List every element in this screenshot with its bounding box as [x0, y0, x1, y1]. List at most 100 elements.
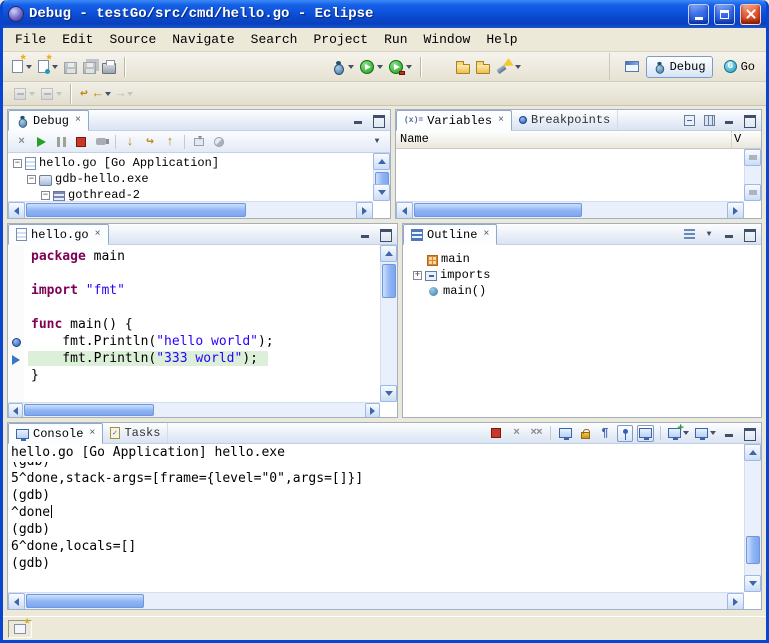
scroll-thumb[interactable] [414, 203, 582, 217]
scroll-thumb[interactable] [746, 536, 760, 564]
code-line[interactable] [28, 266, 380, 283]
tab-console[interactable]: Console × [8, 423, 103, 444]
resume-button[interactable] [33, 133, 49, 150]
forward-button[interactable]: → [114, 82, 137, 106]
maximize-window-button[interactable] [714, 4, 735, 25]
scroll-right-button[interactable] [727, 202, 744, 218]
expander-plus-icon[interactable]: + [413, 271, 422, 280]
open-console-button[interactable] [694, 425, 717, 442]
scroll-down-button[interactable] [380, 385, 397, 402]
last-edit-location-button[interactable]: ↩ [77, 82, 91, 106]
maximize-view-button[interactable] [741, 226, 757, 243]
scroll-left-button[interactable] [396, 202, 413, 218]
back-button[interactable]: ← [91, 82, 114, 106]
scroll-up-button[interactable] [373, 153, 390, 170]
editor-vertical-scrollbar[interactable] [380, 245, 397, 402]
disconnect-button[interactable] [93, 133, 109, 150]
scroll-up-button[interactable] [744, 149, 761, 166]
scroll-right-button[interactable] [365, 403, 380, 417]
code-line[interactable]: } [28, 368, 380, 385]
new-console-button[interactable]: + [667, 425, 690, 442]
terminate-button[interactable] [488, 425, 504, 442]
column-value[interactable]: V [732, 131, 744, 148]
tab-tasks[interactable]: Tasks [103, 423, 168, 443]
use-step-filters-button[interactable] [211, 133, 227, 150]
minimize-window-button[interactable] [688, 4, 709, 25]
minimize-view-button[interactable] [721, 112, 737, 129]
maximize-view-button[interactable] [370, 112, 386, 129]
scroll-thumb[interactable] [26, 203, 246, 217]
scroll-down-button[interactable] [744, 184, 761, 201]
open-perspective-button[interactable] [622, 55, 642, 79]
tab-debug[interactable]: Debug × [8, 110, 89, 131]
variables-vertical-scrollbar[interactable] [744, 149, 761, 201]
tab-breakpoints[interactable]: Breakpoints [512, 110, 618, 130]
debug-horizontal-scrollbar[interactable] [8, 201, 373, 218]
code-line[interactable]: import "fmt" [28, 283, 380, 300]
sort-button[interactable] [681, 226, 697, 243]
scroll-left-button[interactable] [8, 593, 25, 609]
breakpoint-marker-icon[interactable] [12, 338, 21, 347]
display-selected-console-button[interactable] [637, 425, 654, 442]
remove-terminated-button[interactable]: × [13, 133, 29, 150]
new-go-element-button[interactable] [35, 55, 61, 79]
minimize-view-button[interactable] [721, 226, 737, 243]
tree-item[interactable]: +imports [411, 267, 761, 283]
tab-outline[interactable]: Outline × [403, 224, 497, 245]
word-wrap-button[interactable]: ¶ [597, 425, 613, 442]
scroll-down-button[interactable] [744, 575, 761, 592]
code-line[interactable]: func main() { [28, 317, 380, 334]
menu-source[interactable]: Source [101, 30, 164, 49]
debug-vertical-scrollbar[interactable] [373, 153, 390, 201]
tree-item[interactable]: main() [411, 283, 761, 299]
scroll-lock-button[interactable] [577, 425, 593, 442]
tree-item[interactable]: −hello.go [Go Application] [11, 155, 373, 171]
scroll-thumb[interactable] [24, 404, 154, 416]
close-window-button[interactable] [740, 4, 761, 25]
maximize-view-button[interactable] [741, 425, 757, 442]
clear-console-button[interactable] [557, 425, 573, 442]
tab-variables[interactable]: (x)= Variables × [396, 110, 512, 131]
expander-minus-icon[interactable]: − [41, 191, 50, 200]
remove-all-launches-button[interactable]: ×× [528, 425, 544, 442]
pin-console-button[interactable] [617, 425, 633, 442]
code-line[interactable]: package main [28, 249, 380, 266]
menu-file[interactable]: File [7, 30, 54, 49]
tree-item[interactable]: −gdb-hello.exe [11, 171, 373, 187]
suspend-button[interactable] [53, 133, 69, 150]
scroll-left-button[interactable] [8, 403, 23, 417]
scroll-right-button[interactable] [356, 202, 373, 218]
code-line[interactable] [28, 300, 380, 317]
next-annotation-button[interactable] [11, 82, 38, 106]
scroll-left-button[interactable] [8, 202, 25, 218]
scroll-up-button[interactable] [380, 245, 397, 262]
new-wizard-button[interactable] [9, 55, 35, 79]
external-tools-button[interactable] [386, 55, 415, 79]
variables-horizontal-scrollbar[interactable] [396, 201, 744, 218]
menu-window[interactable]: Window [416, 30, 479, 49]
code-line[interactable]: fmt.Println("333 world"); [28, 351, 380, 368]
minimize-view-button[interactable] [350, 112, 366, 129]
menu-edit[interactable]: Edit [54, 30, 101, 49]
drop-to-frame-button[interactable] [191, 133, 207, 150]
debug-button[interactable] [329, 55, 357, 79]
collapse-all-button[interactable] [681, 112, 697, 129]
scroll-down-button[interactable] [373, 184, 390, 201]
debug-view-menu-button[interactable]: ▼ [369, 133, 385, 150]
scroll-thumb[interactable] [26, 594, 144, 608]
scroll-up-button[interactable] [744, 444, 761, 461]
code-line[interactable]: fmt.Println("hello world"); [28, 334, 380, 351]
remove-launch-button[interactable]: × [508, 425, 524, 442]
editor-horizontal-scrollbar[interactable] [8, 402, 380, 417]
menu-help[interactable]: Help [478, 30, 525, 49]
save-button[interactable] [61, 55, 80, 79]
step-into-button[interactable]: ↓ [122, 133, 138, 150]
perspective-debug-button[interactable]: Debug [646, 56, 713, 78]
variables-table-body[interactable] [396, 149, 761, 218]
open-folder-button[interactable] [453, 55, 473, 79]
step-return-button[interactable]: ↑ [162, 133, 178, 150]
maximize-view-button[interactable] [741, 112, 757, 129]
minimize-view-button[interactable] [357, 226, 373, 243]
terminate-button[interactable] [73, 133, 89, 150]
save-all-button[interactable] [80, 55, 99, 79]
